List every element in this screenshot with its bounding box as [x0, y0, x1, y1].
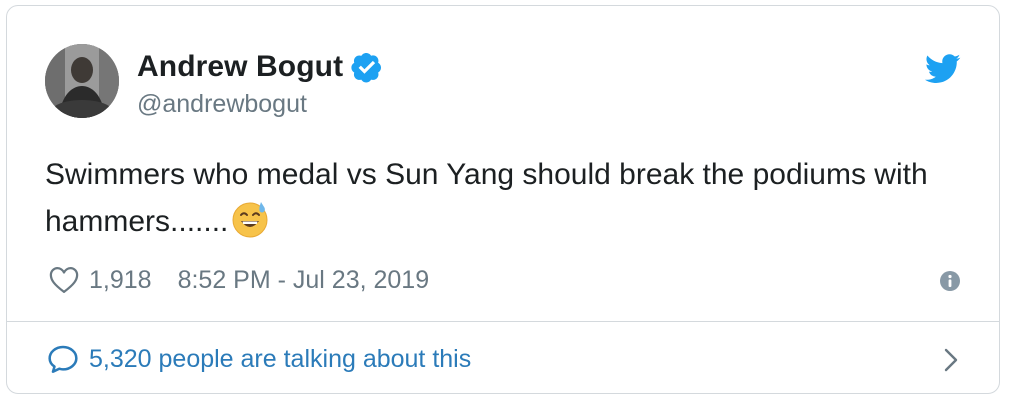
info-icon[interactable] [939, 270, 961, 292]
like-count[interactable]: 1,918 [89, 266, 152, 295]
avatar-image [45, 44, 119, 118]
tweet-header: Andrew Bogut @andrewbogut [45, 44, 961, 124]
tweet-text: Swimmers who medal vs Sun Yang should br… [45, 151, 965, 245]
verified-badge-icon [351, 53, 382, 83]
heart-icon[interactable] [49, 266, 79, 294]
grinning-sweat-emoji-icon [232, 202, 268, 238]
chevron-right-icon[interactable] [941, 346, 961, 374]
author-names: Andrew Bogut @andrewbogut [137, 48, 383, 119]
tweet-meta: 1,918 8:52 PM - Jul 23, 2019 [45, 260, 961, 300]
talking-count[interactable]: 5,320 people are talking about this [89, 345, 471, 374]
avatar[interactable] [45, 44, 119, 118]
tweet-card: Andrew Bogut @andrewbogut Swimmers who m… [6, 5, 1000, 394]
divider [7, 321, 999, 322]
tweet-body: Swimmers who medal vs Sun Yang should br… [45, 158, 928, 238]
twitter-bird-icon[interactable] [925, 54, 961, 84]
speech-bubble-icon [48, 345, 78, 373]
display-name[interactable]: Andrew Bogut [137, 50, 343, 84]
conversation-link[interactable]: 5,320 people are talking about this [45, 338, 961, 380]
author-handle[interactable]: @andrewbogut [137, 90, 383, 119]
timestamp[interactable]: 8:52 PM - Jul 23, 2019 [178, 266, 430, 295]
